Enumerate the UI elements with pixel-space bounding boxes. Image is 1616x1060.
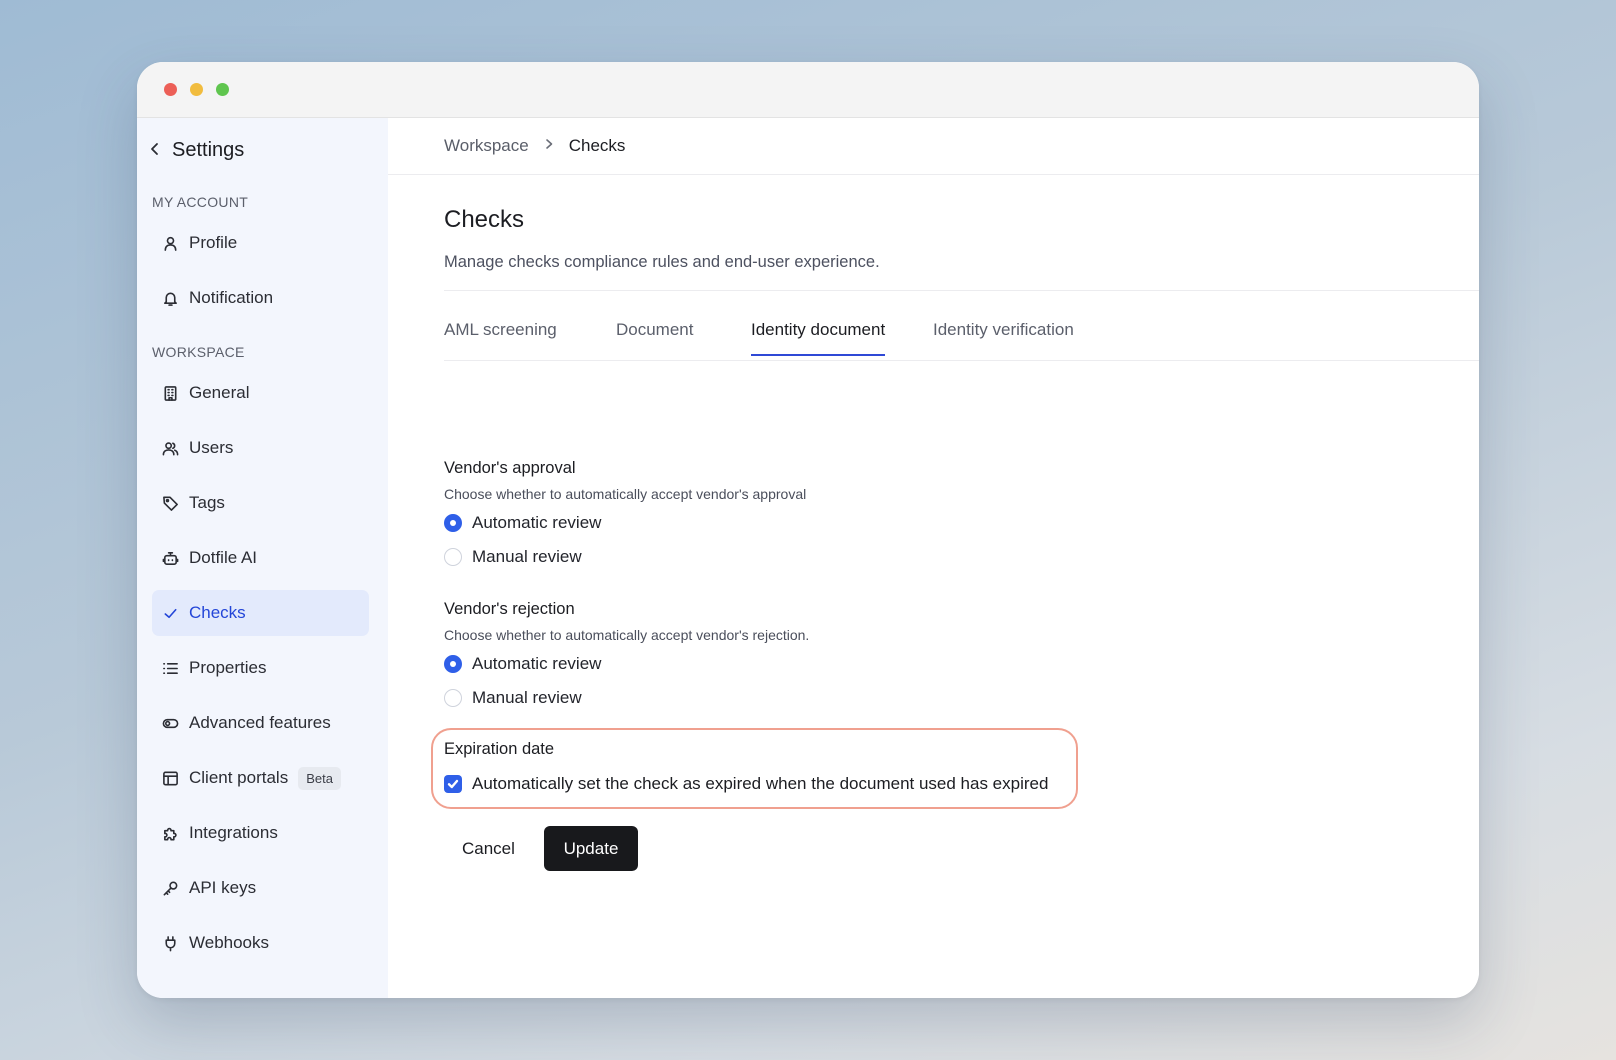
sidebar-item-advanced-features[interactable]: Advanced features	[152, 700, 369, 746]
vendor-rejection-automatic-radio[interactable]: Automatic review	[444, 654, 601, 674]
sidebar-item-label: Notification	[189, 288, 274, 307]
chevron-left-icon	[148, 140, 166, 161]
sidebar-item-label: Integrations	[189, 823, 278, 842]
app-window: Settings MY ACCOUNT Profile Notification…	[137, 62, 1479, 998]
chevron-right-icon	[543, 137, 555, 155]
plug-icon	[162, 935, 179, 952]
page-description: Manage checks compliance rules and end-u…	[444, 253, 880, 271]
sidebar-item-webhooks[interactable]: Webhooks	[152, 920, 369, 966]
radio-button[interactable]	[444, 514, 462, 532]
tab-identity-document[interactable]: Identity document	[751, 320, 886, 356]
vendor-rejection-manual-radio[interactable]: Manual review	[444, 688, 582, 708]
sidebar: Settings MY ACCOUNT Profile Notification…	[137, 118, 388, 998]
sidebar-item-label: Advanced features	[189, 713, 331, 732]
sidebar-item-users[interactable]: Users	[152, 425, 369, 471]
expiration-checkbox[interactable]	[444, 775, 462, 793]
sidebar-item-tags[interactable]: Tags	[152, 480, 369, 526]
key-icon	[162, 880, 179, 897]
vendor-approval-manual-radio[interactable]: Manual review	[444, 547, 582, 567]
tab-document[interactable]: Document	[616, 320, 693, 354]
expiration-checkbox-row[interactable]: Automatically set the check as expired w…	[444, 774, 1048, 794]
list-icon	[162, 660, 179, 677]
radio-button[interactable]	[444, 689, 462, 707]
sidebar-item-general[interactable]: General	[152, 370, 369, 416]
sidebar-item-label: Profile	[189, 233, 238, 252]
sidebar-item-api-keys[interactable]: API keys	[152, 865, 369, 911]
sidebar-item-label: Tags	[189, 493, 225, 512]
sidebar-item-label: Properties	[189, 658, 267, 677]
radio-button[interactable]	[444, 655, 462, 673]
bell-icon	[162, 290, 179, 307]
radio-label: Manual review	[472, 688, 582, 707]
tab-identity-verification[interactable]: Identity verification	[933, 320, 1074, 354]
sidebar-item-label: General	[189, 383, 250, 402]
tab-bar: AML screening Document Identity document…	[444, 308, 1479, 361]
sidebar-item-label: Client portals	[189, 768, 289, 787]
user-icon	[162, 235, 179, 252]
section-label-my-account: MY ACCOUNT	[152, 194, 249, 210]
divider	[444, 290, 1479, 291]
settings-back-link[interactable]: Settings	[148, 136, 244, 164]
layout-icon	[162, 770, 179, 787]
vendor-rejection-title: Vendor's rejection	[444, 600, 575, 618]
breadcrumb: Workspace Checks	[388, 118, 1479, 175]
radio-button[interactable]	[444, 548, 462, 566]
tag-icon	[162, 495, 179, 512]
sidebar-item-checks[interactable]: Checks	[152, 590, 369, 636]
sidebar-item-label: Checks	[189, 603, 246, 622]
vendor-approval-help: Choose whether to automatically accept v…	[444, 486, 807, 502]
sidebar-item-label: Users	[189, 438, 234, 457]
building-icon	[162, 385, 179, 402]
sidebar-item-properties[interactable]: Properties	[152, 645, 369, 691]
main-content: Workspace Checks Checks Manage checks co…	[388, 118, 1479, 998]
vendor-rejection-help: Choose whether to automatically accept v…	[444, 627, 810, 643]
puzzle-icon	[162, 825, 179, 842]
cancel-button[interactable]: Cancel	[444, 826, 533, 871]
sidebar-item-client-portals[interactable]: Client portals Beta	[152, 755, 369, 801]
sidebar-item-profile[interactable]: Profile	[152, 220, 369, 266]
sidebar-item-label: Dotfile AI	[189, 548, 258, 567]
vendor-approval-automatic-radio[interactable]: Automatic review	[444, 513, 601, 533]
radio-label: Automatic review	[472, 513, 602, 532]
beta-badge: Beta	[298, 766, 341, 790]
sidebar-item-label: API keys	[189, 878, 257, 897]
radio-label: Manual review	[472, 547, 582, 566]
close-window-button[interactable]	[164, 83, 177, 96]
tab-aml-screening[interactable]: AML screening	[444, 320, 557, 354]
checkbox-label: Automatically set the check as expired w…	[472, 774, 1049, 793]
vendor-approval-title: Vendor's approval	[444, 459, 576, 477]
check-icon	[162, 605, 179, 622]
toggle-icon	[162, 715, 179, 732]
radio-label: Automatic review	[472, 654, 602, 673]
settings-title: Settings	[172, 138, 245, 161]
update-button[interactable]: Update	[544, 826, 638, 871]
title-bar	[137, 62, 1479, 118]
breadcrumb-checks: Checks	[568, 136, 626, 155]
users-icon	[162, 440, 179, 457]
page-title: Checks	[444, 206, 525, 233]
maximize-window-button[interactable]	[216, 83, 229, 96]
minimize-window-button[interactable]	[190, 83, 203, 96]
sidebar-item-dotfile-ai[interactable]: Dotfile AI	[152, 535, 369, 581]
sidebar-item-notification[interactable]: Notification	[152, 275, 369, 321]
section-label-workspace: WORKSPACE	[152, 344, 245, 360]
breadcrumb-workspace[interactable]: Workspace	[444, 136, 529, 156]
sidebar-item-integrations[interactable]: Integrations	[152, 810, 369, 856]
sidebar-item-label: Webhooks	[189, 933, 270, 952]
checkmark-icon	[447, 779, 459, 789]
expiration-date-title: Expiration date	[444, 740, 555, 758]
robot-icon	[162, 550, 179, 567]
